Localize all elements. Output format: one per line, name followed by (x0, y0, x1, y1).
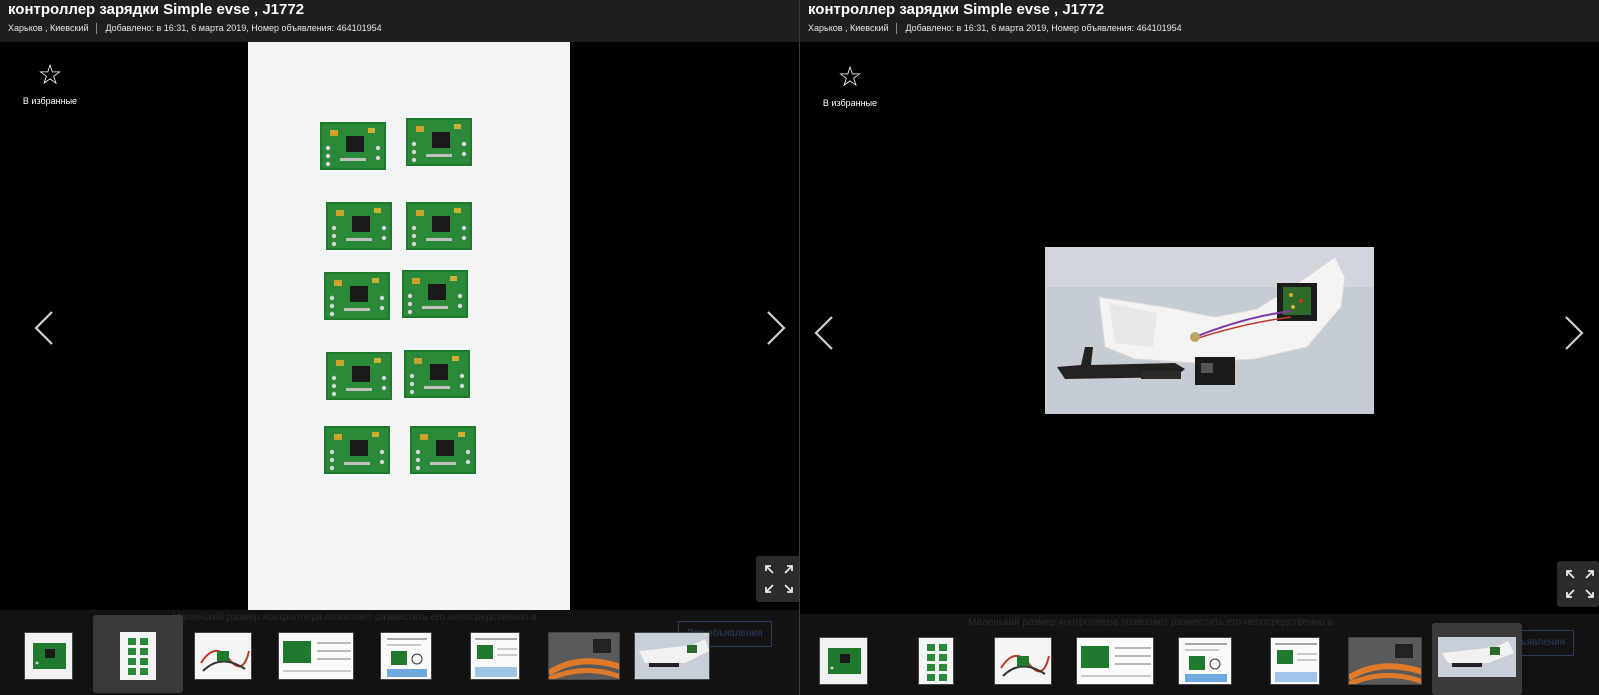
ad-meta: Харьков , Киевский Добавлено: в 16:31, 6 … (8, 23, 382, 35)
fullscreen-button[interactable] (756, 556, 800, 602)
meta-separator (96, 23, 98, 35)
thumb-orange-cable (549, 633, 619, 679)
thumbnail[interactable] (1270, 637, 1320, 685)
next-photo-button[interactable] (764, 308, 788, 348)
thumb-open-plug (635, 633, 709, 679)
favorite-button[interactable]: ☆ В избранные (18, 59, 82, 107)
thumbnail[interactable] (819, 637, 868, 685)
thumbnail[interactable] (380, 632, 432, 680)
thumb-orange-cable (1349, 638, 1421, 684)
ad-location: Харьков , Киевский (808, 23, 889, 33)
ad-header: контроллер зарядки Simple evse , J1772 Х… (0, 0, 800, 42)
next-photo-button[interactable] (1562, 313, 1586, 353)
plug-photo (1045, 247, 1374, 414)
chevron-right-icon (767, 311, 786, 345)
ad-location: Харьков , Киевский (8, 23, 89, 33)
thumbnail[interactable] (548, 632, 620, 680)
behind-description-text: Маленький размер контроллера позволяет р… (172, 612, 537, 623)
thumb-pcb-sheet (919, 638, 953, 684)
thumbnail[interactable] (194, 632, 252, 680)
thumbnail[interactable] (918, 637, 954, 685)
main-photo (248, 42, 570, 610)
thumbnail[interactable] (24, 632, 73, 680)
thumbnail[interactable] (278, 632, 354, 680)
thumbnail[interactable] (1076, 637, 1154, 685)
ad-title: контроллер зарядки Simple evse , J1772 (808, 1, 1105, 18)
chevron-left-icon (34, 311, 53, 345)
ad-header: контроллер зарядки Simple evse , J1772 Х… (800, 0, 1599, 42)
thumb-pcb (25, 633, 72, 679)
behind-description-text: Маленький размер контроллера позволяет р… (968, 617, 1333, 628)
thumb-wiring (195, 633, 251, 679)
thumbnail[interactable] (1438, 637, 1516, 677)
thumb-pcb-sheet (120, 632, 156, 680)
thumbnail[interactable] (470, 632, 520, 680)
star-icon: ☆ (837, 61, 863, 92)
star-icon: ☆ (37, 59, 63, 90)
meta-separator (896, 23, 898, 35)
fullscreen-button[interactable] (1557, 561, 1599, 607)
thumbnail[interactable] (1178, 637, 1232, 685)
thumb-diagram (381, 633, 431, 679)
thumb-pcb (820, 638, 867, 684)
ad-title: контроллер зарядки Simple evse , J1772 (8, 1, 305, 18)
thumbnail[interactable] (994, 637, 1052, 685)
chevron-right-icon (1565, 316, 1584, 350)
thumbnail[interactable] (120, 632, 156, 680)
prev-photo-button[interactable] (32, 308, 56, 348)
thumb-diagram (1179, 638, 1231, 684)
favorite-button[interactable]: ☆ В избранные (818, 61, 882, 109)
thumb-instructions (471, 633, 519, 679)
thumb-wiring (995, 638, 1051, 684)
gallery-panel-left: контроллер зарядки Simple evse , J1772 Х… (0, 0, 800, 695)
favorite-label: В избранные (822, 98, 878, 108)
ad-added-info: Добавлено: в 16:31, 6 марта 2019, Номер … (105, 23, 382, 33)
thumb-schematic (1077, 638, 1153, 684)
fullscreen-icon (1566, 570, 1594, 598)
gallery-panel-right: контроллер зарядки Simple evse , J1772 Х… (800, 0, 1599, 695)
thumbnail[interactable] (1348, 637, 1422, 685)
thumb-open-plug (1438, 637, 1516, 677)
fullscreen-icon (765, 565, 793, 593)
prev-photo-button[interactable] (812, 313, 836, 353)
chevron-left-icon (814, 316, 833, 350)
main-photo (1045, 247, 1374, 414)
ad-meta: Харьков , Киевский Добавлено: в 16:31, 6 … (808, 23, 1182, 35)
pcb-photo (320, 118, 476, 474)
ad-added-info: Добавлено: в 16:31, 6 марта 2019, Номер … (905, 23, 1182, 33)
thumb-instructions (1271, 638, 1319, 684)
thumbnail[interactable] (634, 632, 710, 680)
thumb-schematic (279, 633, 353, 679)
favorite-label: В избранные (22, 96, 78, 106)
